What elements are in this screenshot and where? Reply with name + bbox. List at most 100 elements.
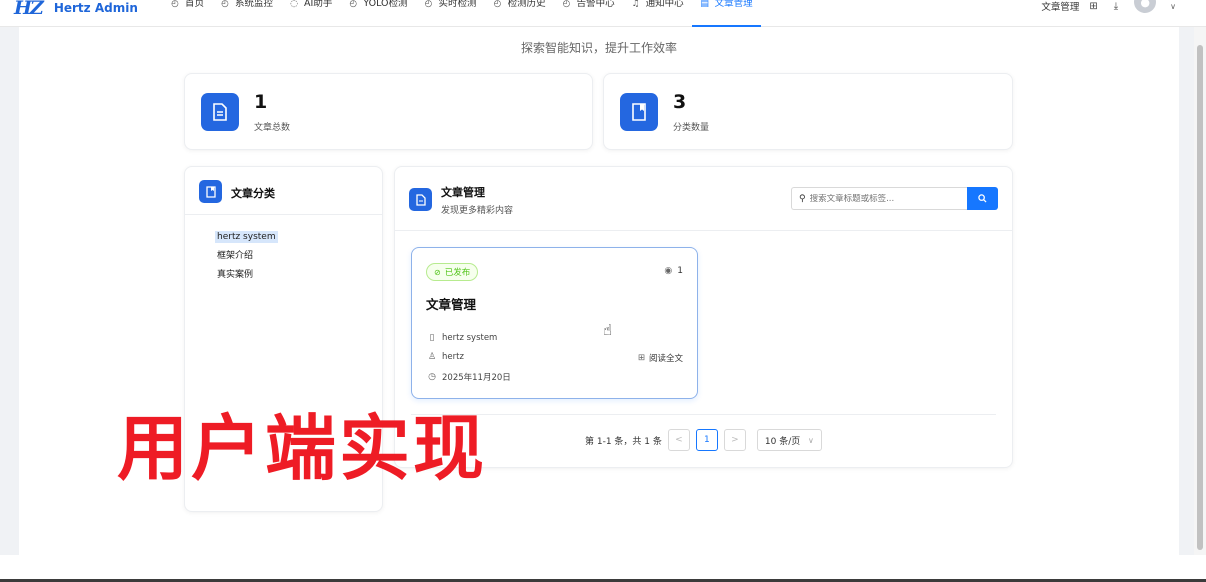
nav-label: 首页 bbox=[185, 0, 205, 9]
category-label: 框架介绍 bbox=[217, 251, 254, 261]
page-size-value: 10 条/页 bbox=[764, 436, 801, 447]
nav-item-notification-center[interactable]: ♫ 通知中心 bbox=[623, 0, 692, 27]
category-tree: hertz system 框架介绍 真实案例 bbox=[215, 230, 278, 287]
check-circle-icon: ⊘ bbox=[434, 267, 441, 277]
document-icon bbox=[409, 188, 432, 211]
pagination-summary: 第 1-1 条，共 1 条 bbox=[585, 436, 662, 447]
book-icon bbox=[199, 180, 222, 203]
clock-icon: ◷ bbox=[428, 372, 436, 382]
page-1-button[interactable]: 1 bbox=[695, 429, 718, 451]
nav-item-alarm-center[interactable]: ◴ 告警中心 bbox=[554, 0, 623, 27]
header-right: 文章管理 ⊞ ⤓ ● ∨ bbox=[1041, 0, 1176, 13]
nav-label: YOLO检测 bbox=[363, 0, 408, 9]
chevron-down-icon: ∨ bbox=[808, 435, 814, 445]
chevron-left-icon: < bbox=[675, 435, 683, 445]
date-text: 2025年11月20日 bbox=[442, 373, 511, 383]
stat-label: 分类数量 bbox=[673, 123, 710, 133]
panel-header-divider bbox=[395, 230, 1012, 231]
logo-mark: HZ bbox=[14, 0, 44, 19]
nav-label: 告警中心 bbox=[576, 0, 615, 9]
read-all-link[interactable]: ⊞ 阅读全文 bbox=[638, 352, 683, 364]
app-logo[interactable]: HZ Hertz Admin bbox=[14, 0, 138, 20]
search-input[interactable] bbox=[809, 193, 960, 204]
category-item-framework[interactable]: 框架介绍 bbox=[215, 249, 278, 268]
article-card[interactable]: ⊘ 已发布 ◉ 1 文章管理 ▯ hertz system ♙ hertz ◷ … bbox=[411, 247, 698, 399]
overlay-caption: 用户端实现 bbox=[117, 407, 488, 490]
nav-item-detect-history[interactable]: ◴ 检测历史 bbox=[485, 0, 554, 27]
nav-label: 检测历史 bbox=[507, 0, 546, 9]
detect-icon: ◴ bbox=[349, 0, 358, 9]
article-title[interactable]: 文章管理 bbox=[426, 294, 476, 313]
history-icon: ◴ bbox=[493, 0, 502, 9]
search-icon: ⚲ bbox=[799, 193, 806, 204]
chat-icon: ◌ bbox=[290, 0, 298, 9]
bell-icon: ♫ bbox=[631, 0, 640, 9]
category-label: hertz system bbox=[215, 231, 278, 243]
main-nav: ◴ 首页 ◴ 系统监控 ◌ AI助手 ◴ YOLO检测 ◴ 实时检测 ◴ 检测历史 ◴ 告警中… bbox=[162, 0, 761, 27]
sidebar-title: 文章分类 bbox=[231, 187, 275, 200]
sidebar-header: 文章分类 bbox=[185, 167, 382, 215]
page-number: 1 bbox=[704, 435, 710, 445]
app-name: Hertz Admin bbox=[53, 1, 138, 15]
article-author: ♙ hertz bbox=[426, 352, 464, 362]
stat-card-categories: 3 分类数量 bbox=[603, 73, 1013, 150]
view-count: ◉ 1 bbox=[664, 266, 683, 276]
user-icon: ♙ bbox=[427, 352, 437, 362]
chevron-right-icon: > bbox=[731, 435, 739, 445]
nav-item-ai-assistant[interactable]: ◌ AI助手 bbox=[281, 0, 340, 27]
scrollbar-thumb[interactable] bbox=[1197, 45, 1203, 550]
nav-item-home[interactable]: ◴ 首页 bbox=[162, 0, 212, 27]
category-text: hertz system bbox=[442, 333, 498, 343]
alarm-icon: ◴ bbox=[562, 0, 571, 9]
nav-label: 实时检测 bbox=[438, 0, 477, 9]
pagination: 第 1-1 条，共 1 条 < 1 > 10 条/页 ∨ bbox=[585, 429, 822, 451]
bottom-strip bbox=[0, 555, 1206, 582]
stat-value: 1 bbox=[254, 91, 268, 113]
panel-title: 文章管理 bbox=[441, 186, 485, 199]
chevron-down-icon[interactable]: ∨ bbox=[1170, 2, 1176, 11]
prev-page-button[interactable]: < bbox=[667, 429, 690, 451]
monitor-icon: ◴ bbox=[221, 0, 229, 9]
nav-item-system-monitor[interactable]: ◴ 系统监控 bbox=[212, 0, 281, 27]
read-all-label: 阅读全文 bbox=[648, 354, 683, 364]
nav-item-realtime-detect[interactable]: ◴ 实时检测 bbox=[416, 0, 485, 27]
article-icon: ▤ bbox=[700, 0, 709, 9]
book-icon bbox=[620, 93, 658, 131]
stat-card-articles: 1 文章总数 bbox=[184, 73, 593, 150]
stat-label: 文章总数 bbox=[254, 123, 291, 133]
next-page-button[interactable]: > bbox=[723, 429, 746, 451]
view-count-value: 1 bbox=[677, 266, 683, 276]
nav-label: 文章管理 bbox=[714, 0, 753, 9]
search-box[interactable]: ⚲ bbox=[791, 187, 967, 210]
panel-subtitle: 发现更多精彩内容 bbox=[441, 206, 514, 216]
status-text: 已发布 bbox=[444, 268, 471, 278]
nav-item-yolo-detect[interactable]: ◴ YOLO检测 bbox=[340, 0, 415, 27]
author-text: hertz bbox=[442, 352, 464, 362]
book-icon: ▯ bbox=[429, 333, 435, 343]
search-button[interactable] bbox=[967, 187, 998, 210]
page-scrollbar[interactable] bbox=[1194, 27, 1206, 555]
document-icon bbox=[201, 93, 239, 131]
download-icon[interactable]: ⤓ bbox=[1114, 1, 1118, 12]
mouse-cursor-icon: ☝ bbox=[603, 321, 613, 339]
article-category: ▯ hertz system bbox=[426, 333, 498, 343]
avatar[interactable]: ● bbox=[1134, 0, 1157, 13]
pagination-divider bbox=[411, 414, 996, 415]
category-item-hertz-system[interactable]: hertz system bbox=[215, 230, 278, 249]
article-date: ◷ 2025年11月20日 bbox=[426, 371, 511, 383]
nav-item-article-management[interactable]: ▤ 文章管理 bbox=[691, 0, 761, 27]
apps-grid-icon[interactable]: ⊞ bbox=[1089, 1, 1097, 12]
status-badge: ⊘ 已发布 bbox=[426, 263, 479, 281]
nav-label: 通知中心 bbox=[645, 0, 684, 9]
page-size-select[interactable]: 10 条/页 ∨ bbox=[756, 429, 822, 451]
dashboard-icon: ◴ bbox=[171, 0, 179, 9]
page-tagline: 探索智能知识，提升工作效率 bbox=[520, 41, 677, 55]
category-item-cases[interactable]: 真实案例 bbox=[215, 268, 278, 287]
nav-label: 系统监控 bbox=[235, 0, 274, 9]
open-book-icon: ⊞ bbox=[637, 353, 645, 363]
header-article-link[interactable]: 文章管理 bbox=[1041, 0, 1079, 13]
article-search: ⚲ bbox=[791, 187, 998, 210]
eye-icon: ◉ bbox=[664, 266, 673, 276]
stat-value: 3 bbox=[673, 91, 687, 113]
realtime-icon: ◴ bbox=[424, 0, 433, 9]
